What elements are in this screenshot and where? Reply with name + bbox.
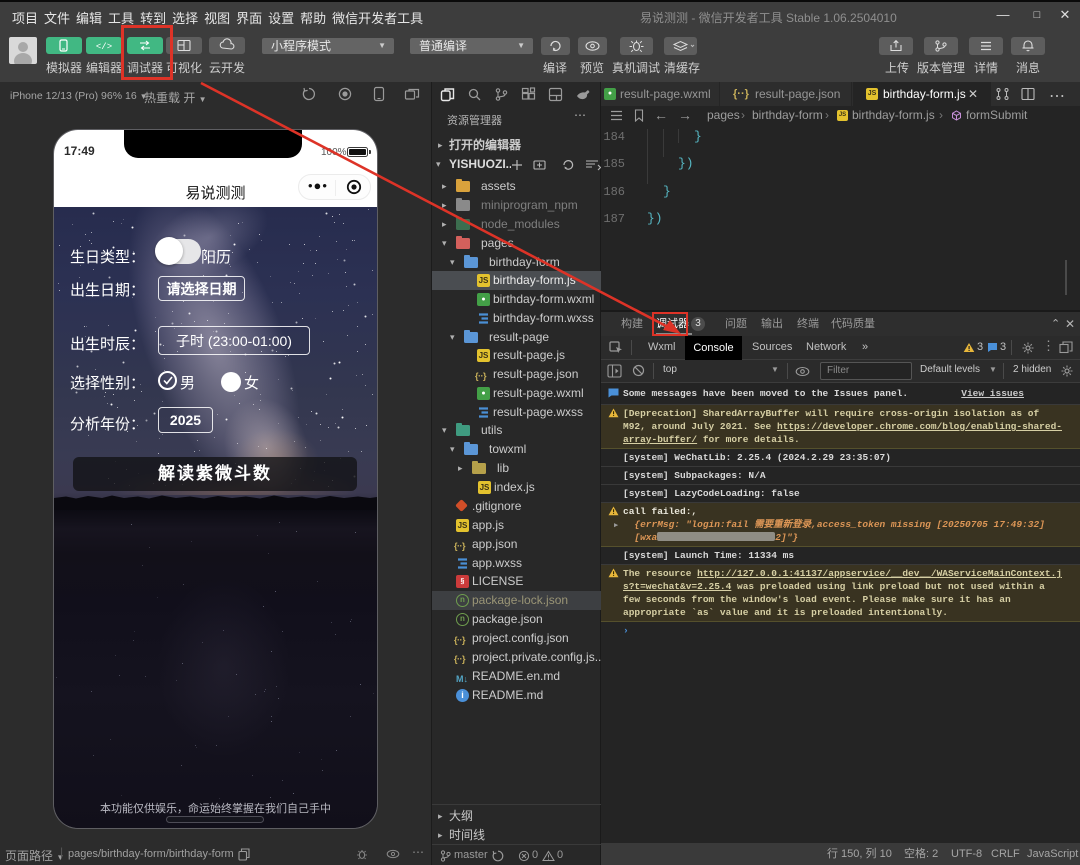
- svg-text:</>: </>: [96, 42, 112, 52]
